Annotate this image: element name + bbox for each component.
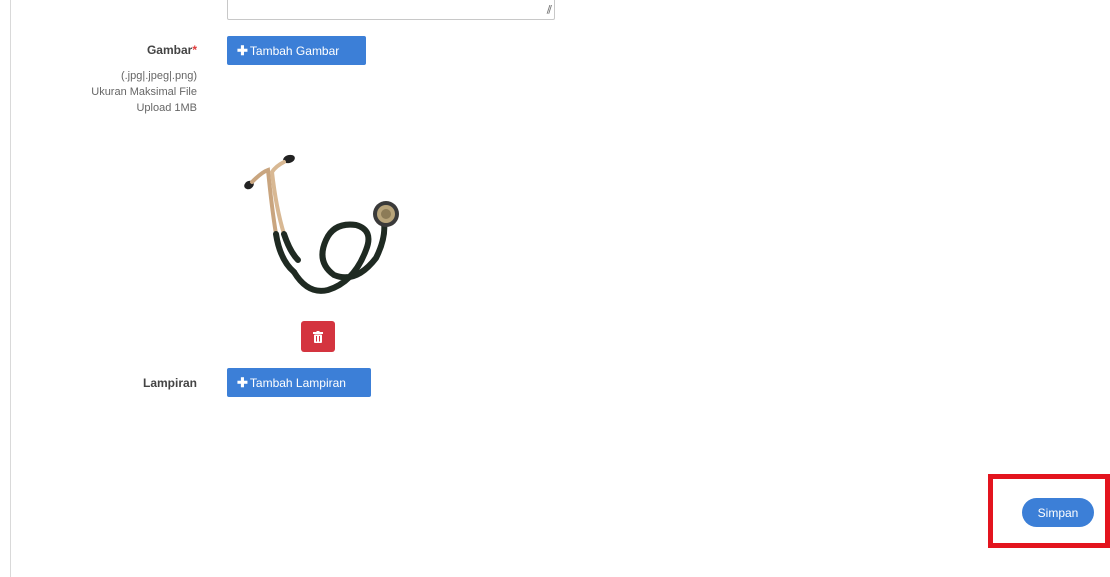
form-page: // Gambar* (.jpg|.jpeg|.png) Ukuran Maks… — [0, 0, 1110, 577]
image-preview — [236, 150, 406, 308]
plus-icon: ✚ — [237, 42, 248, 58]
gambar-hint: (.jpg|.jpeg|.png) Ukuran Maksimal File U… — [40, 68, 197, 116]
lampiran-label-text: Lampiran — [142, 376, 197, 390]
add-attachment-button[interactable]: ✚ Tambah Lampiran — [227, 368, 371, 397]
required-marker: * — [192, 43, 197, 57]
delete-image-button[interactable] — [301, 321, 335, 352]
plus-icon: ✚ — [237, 374, 248, 390]
gambar-label-text: Gambar — [146, 43, 193, 57]
add-image-button-label: Tambah Gambar — [249, 43, 340, 58]
save-button[interactable]: Simpan — [1022, 498, 1094, 527]
hint-filetypes-text: .jpg|.jpeg|.png) — [124, 70, 197, 82]
hint-filetypes: (.jpg|.jpeg|.png) — [40, 68, 197, 84]
description-textarea[interactable]: // — [227, 0, 555, 20]
trash-icon — [313, 330, 323, 343]
gambar-label: Gambar* — [147, 43, 197, 57]
resize-handle-icon[interactable]: // — [547, 3, 553, 16]
stethoscope-image — [244, 154, 399, 294]
hint-max-size-line2: Upload 1MB — [136, 102, 197, 114]
lampiran-label: Lampiran — [143, 376, 197, 390]
add-attachment-button-label: Tambah Lampiran — [249, 375, 346, 390]
add-image-button[interactable]: ✚ Tambah Gambar — [227, 36, 366, 65]
panel-left-border — [10, 0, 11, 577]
hint-max-size-line1: Ukuran Maksimal File — [91, 86, 197, 98]
